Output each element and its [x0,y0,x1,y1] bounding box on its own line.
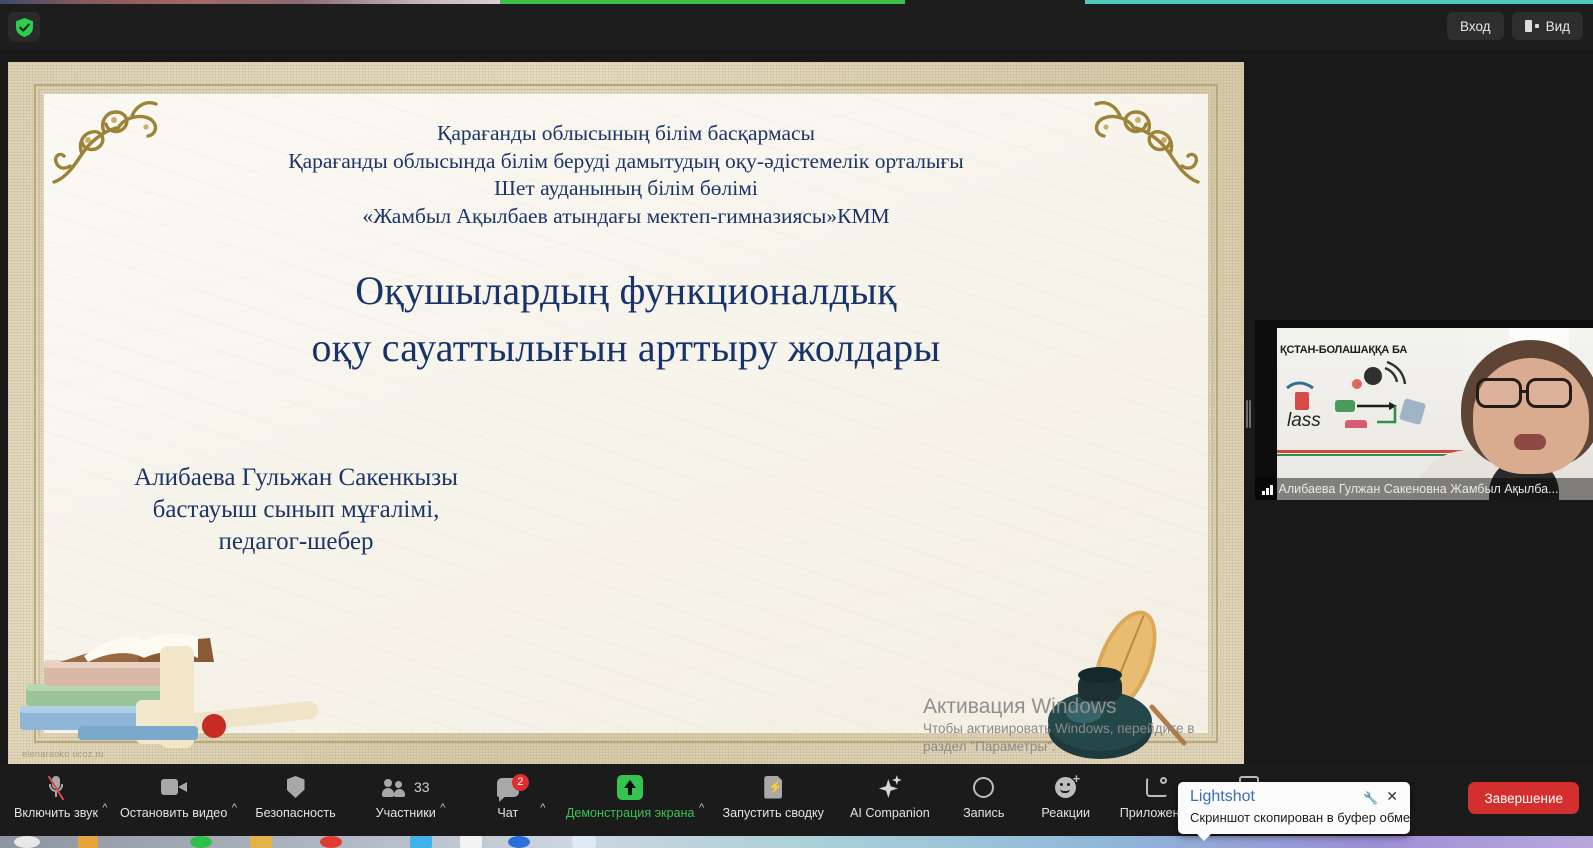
participants-label: Участники [375,806,436,820]
unmute-button[interactable]: Включить звук [14,764,98,820]
lightshot-app-name: Lightshot [1190,788,1255,805]
zoom-meeting-window: Вход Вид elenaranko ucoz.ru Қарағанды об… [0,0,1593,848]
activation-title: Активация Windows [923,695,1117,718]
meeting-top-bar: Вход Вид [0,4,1593,50]
author-title: педагог-шебер [218,528,374,555]
windows-activation-watermark: Активация Windows Чтобы активировать Win… [923,694,1213,756]
participants-button[interactable]: 33 Участники [376,764,436,820]
login-button[interactable]: Вход [1447,12,1504,40]
toast-tail [1196,833,1212,841]
participants-icon: 33 [381,772,430,802]
windows-taskbar[interactable] [0,836,1593,848]
chat-caret-icon[interactable]: ^ [536,802,550,814]
slide-header-line-4: «Жамбыл Ақылбаев атындағы мектеп-гимнази… [362,203,890,228]
reactions-button[interactable]: Реакции [1038,764,1094,821]
end-meeting-button[interactable]: Завершение [1468,782,1579,814]
security-label: Безопасность [255,806,336,820]
lightshot-message: Скриншот скопирован в буфер обмена [1190,810,1425,825]
unmute-label: Включить звук [14,806,98,820]
author-name: Алибаева Гульжан Сакенкызы [134,464,458,491]
ai-companion-button[interactable]: AI Companion [850,764,930,820]
video-options-caret-icon[interactable]: ^ [227,802,241,814]
author-role: бастауыш сынып мұғалімі, [152,496,440,523]
top-bar-actions: Вход Вид [1447,12,1583,40]
record-button[interactable]: Запись [956,764,1012,820]
slide-main-title: Оқушылардың функционалдық оқу сауаттылығ… [8,262,1244,376]
taskbar-icon-blue-app[interactable] [410,836,432,848]
chat-button[interactable]: 2 Чат [480,764,536,820]
layout-view-icon [1524,20,1539,32]
end-meeting-label: Завершение [1484,790,1563,806]
participants-caret-icon[interactable]: ^ [436,802,450,814]
start-summary-button[interactable]: Запустить сводку [723,764,824,820]
taskbar-icon-red-app[interactable] [320,836,342,848]
lightshot-notification[interactable]: Lightshot 🔧 ✕ Скриншот скопирован в буфе… [1178,782,1425,841]
slide-header-line-2: Қарағанды облысында білім беруді дамытуд… [288,148,964,173]
taskbar-icon-zoom[interactable] [572,836,596,848]
participant-name-bar: Алибаева Гулжан Сакеновна Жамбыл Ақылба.… [1255,478,1593,500]
share-screen-button[interactable]: Демонстрация экрана [566,764,695,820]
reactions-label: Реакции [1041,806,1091,820]
view-button[interactable]: Вид [1511,12,1583,40]
close-icon[interactable]: ✕ [1386,788,1398,805]
chat-icon: 2 [496,772,529,802]
shield-check-icon[interactable] [8,12,40,42]
slide-title-line-2: оқу сауаттылығын арттыру жолдары [311,325,941,370]
taskbar-icon-start[interactable] [14,836,40,848]
chat-label: Чат [497,806,519,820]
share-caret-icon[interactable]: ^ [695,802,709,814]
taskbar-icon-yellow-app[interactable] [250,836,272,848]
panel-resize-handle[interactable] [1246,400,1251,428]
record-icon [973,772,995,802]
slide-header-line-3: Шет ауданының білім бөлімі [494,176,758,200]
camera-icon [160,772,187,802]
poster-word: lass [1287,410,1321,431]
stop-video-button[interactable]: Остановить видео [120,764,227,820]
shield-icon [286,772,305,802]
taskbar-icon-chrome[interactable] [508,836,530,848]
microphone-muted-icon [47,772,65,802]
taskbar-icon-explorer[interactable] [78,836,98,848]
slide-title-line-1: Оқушылардың функционалдық [355,268,897,313]
participant-name: Алибаева Гулжан Сакеновна Жамбыл Ақылба.… [1278,482,1559,496]
ai-companion-label: AI Companion [849,806,930,820]
audio-options-caret-icon[interactable]: ^ [98,802,112,814]
view-label: Вид [1545,18,1570,34]
reactions-icon [1055,771,1080,802]
wrench-icon[interactable]: 🔧 [1363,791,1378,805]
taskbar-icon-white-app[interactable] [460,836,482,848]
video-participant-tile[interactable]: ҚСТАН-БОЛАШАҚҚА БА lass Алибаева Гулжан … [1255,320,1593,500]
taskbar-icon-green-app[interactable] [190,836,212,848]
shared-screen-slide[interactable]: elenaranko ucoz.ru Қарағанды облысының б… [8,62,1244,765]
slide-author-block: Алибаева Гульжан Сакенкызы бастауыш сыны… [76,462,516,558]
video-feed: ҚСТАН-БОЛАШАҚҚА БА lass [1277,328,1593,500]
slide-header-block: Қарағанды облысының білім басқармасы Қар… [8,120,1244,230]
slide-header-line-1: Қарағанды облысының білім басқармасы [437,121,815,145]
security-button[interactable]: Безопасность [255,764,336,820]
slide-text-layer: Қарағанды облысының білім басқармасы Қар… [8,62,1244,765]
participant-webcam-person [1359,334,1593,500]
record-label: Запись [963,806,1005,820]
summary-doc-icon [764,772,783,802]
activation-message: Чтобы активировать Windows, перейдите в … [923,721,1195,754]
apps-icon [1145,772,1168,802]
chat-unread-badge: 2 [511,773,529,791]
ai-sparkle-icon [878,772,902,802]
share-screen-label: Демонстрация экрана [565,806,695,820]
participants-count: 33 [413,779,430,795]
login-label: Вход [1460,18,1491,34]
stop-video-label: Остановить видео [120,806,228,820]
signal-bars-icon [1262,484,1273,495]
start-summary-label: Запустить сводку [722,806,824,820]
share-screen-icon [617,772,644,802]
